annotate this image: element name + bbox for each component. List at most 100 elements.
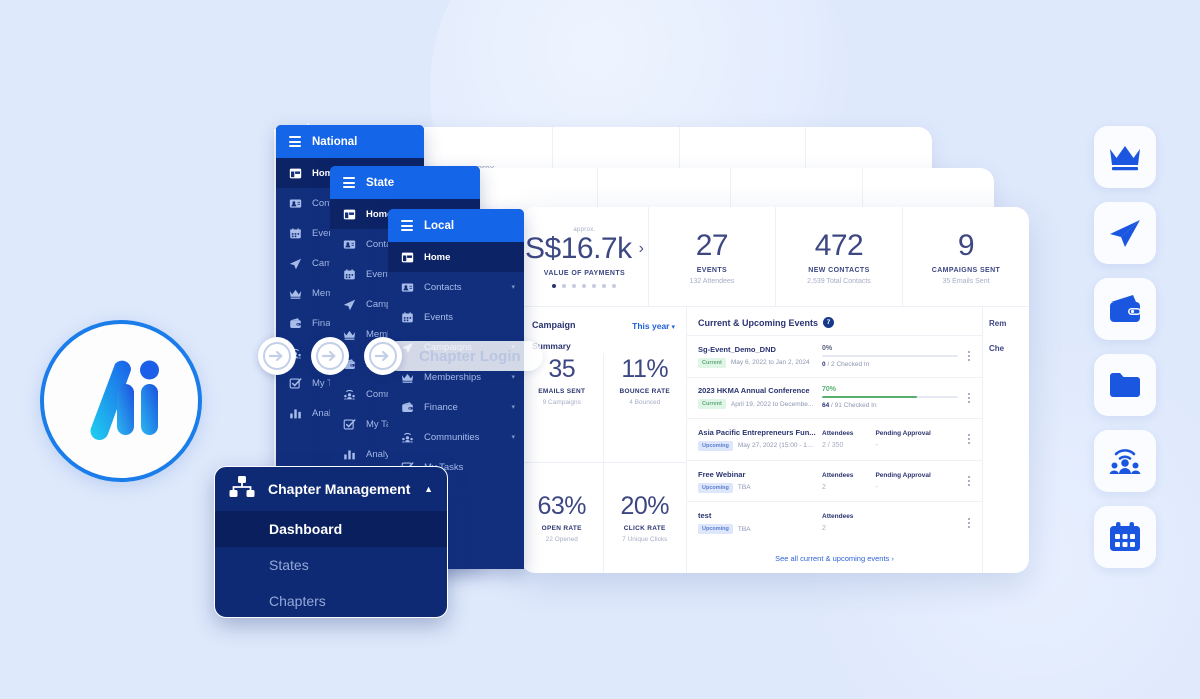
sidebar-item-events[interactable]: Events: [388, 302, 524, 332]
menu-item-label: Dashboard: [269, 521, 343, 537]
crown-icon: [289, 287, 302, 300]
carousel-dots[interactable]: [552, 284, 617, 289]
kpi-sub: 2,539 Total Contacts: [807, 278, 871, 286]
event-checked-total: / 91 Checked In: [831, 402, 877, 410]
chapter-management-header[interactable]: Chapter Management ▲: [215, 467, 447, 511]
carousel-dot[interactable]: [582, 284, 587, 289]
kpi-events[interactable]: 27 EVENTS 132 Attendees: [649, 207, 776, 306]
rail-button-finance[interactable]: [1094, 278, 1156, 340]
kpi-sub: 132 Attendees: [689, 278, 735, 286]
event-date: TBA: [737, 525, 751, 533]
campaign-metric-click-rate[interactable]: 20% CLICK RATE 7 Unique Clicks: [604, 463, 687, 573]
event-status-badge: Current: [698, 399, 726, 410]
hamburger-menu-icon[interactable]: [401, 220, 413, 231]
event-row[interactable]: 2023 HKMA Annual Conference Current Apri…: [687, 376, 982, 419]
rail-button-documents[interactable]: [1094, 354, 1156, 416]
event-columns: Attendees 2: [822, 513, 958, 532]
login-arrow-icon: [263, 342, 291, 370]
sidebar-local-header[interactable]: Local: [388, 209, 524, 242]
event-name: 2023 HKMA Annual Conference: [698, 386, 810, 396]
chapter-login-button-state[interactable]: [311, 337, 349, 375]
event-name: Asia Pacific Entrepreneurs Fun...: [698, 427, 816, 437]
kpi-campaigns-sent[interactable]: 9 CAMPAIGNS SENT 35 Emails Sent: [903, 207, 1029, 306]
contacts-icon: [401, 281, 414, 294]
kpi-label: NEW CONTACTS: [808, 267, 870, 275]
carousel-dot[interactable]: [612, 284, 617, 289]
event-checked-count: 0: [822, 360, 826, 368]
hamburger-menu-icon[interactable]: [343, 177, 355, 188]
carousel-dot[interactable]: [552, 284, 557, 289]
kpi-new-contacts[interactable]: 472 NEW CONTACTS 2,539 Total Contacts: [776, 207, 903, 306]
event-row[interactable]: Sg-Event_Demo_DND Current May 6, 2022 to…: [687, 335, 982, 377]
event-row[interactable]: test Upcoming TBA Attendees 2: [687, 501, 982, 543]
metric-value: 20%: [620, 491, 670, 520]
metric-label: BOUNCE RATE: [619, 388, 670, 395]
event-col-value: 2: [822, 525, 826, 533]
sidebar-item-label: Events: [424, 311, 454, 323]
carousel-dot[interactable]: [572, 284, 577, 289]
chapter-login-button-local[interactable]: [364, 337, 402, 375]
menu-item-label: States: [269, 557, 309, 573]
carousel-dot[interactable]: [592, 284, 597, 289]
campaign-metric-open-rate[interactable]: 63% OPEN RATE 22 Opened: [521, 463, 604, 573]
event-row[interactable]: Free Webinar Upcoming TBA Attendees 2 Pe…: [687, 459, 982, 502]
rail-button-communities[interactable]: [1094, 430, 1156, 492]
chevron-up-icon[interactable]: ▲: [424, 484, 433, 494]
progress-bar: [822, 354, 958, 357]
event-checkin: 64 / 91 Checked In: [822, 402, 958, 409]
login-arrow-icon: [316, 342, 344, 370]
campaign-summary-label: Summary: [532, 341, 571, 351]
sidebar-item-contacts[interactable]: Contacts ▾: [388, 272, 524, 302]
home-icon: [289, 167, 302, 180]
event-more-menu-icon[interactable]: [964, 434, 974, 445]
event-columns: Attendees 2 Pending Approval -: [822, 472, 958, 491]
kpi-value-of-payments[interactable]: approx. S$16.7k › VALUE OF PAYMENTS: [521, 207, 649, 306]
sidebar-item-finance[interactable]: Finance ▾: [388, 392, 524, 422]
campaign-period-filter[interactable]: This year ▾: [632, 316, 675, 334]
hamburger-menu-icon[interactable]: [289, 136, 301, 147]
event-more-menu-icon[interactable]: [964, 351, 974, 362]
campaign-panel: Campaign This year ▾ Summary 35 EMAILS SE…: [521, 307, 687, 573]
kpi-value: 9: [957, 228, 975, 262]
analytics-icon: [343, 448, 356, 461]
event-more-menu-icon[interactable]: [964, 392, 974, 403]
chapter-management-item-states[interactable]: States: [215, 547, 447, 583]
calendar-icon: [401, 311, 414, 324]
event-checked-total: / 2 Checked In: [827, 360, 870, 368]
carousel-dot[interactable]: [562, 284, 567, 289]
rail-button-memberships[interactable]: [1094, 126, 1156, 188]
sidebar-item-home[interactable]: Home: [388, 242, 524, 272]
event-more-menu-icon[interactable]: [964, 476, 974, 487]
event-checked-count: 64: [822, 402, 830, 410]
events-list: Sg-Event_Demo_DND Current May 6, 2022 to…: [687, 335, 982, 543]
rail-button-events[interactable]: [1094, 506, 1156, 568]
chapter-management-item-chapters[interactable]: Chapters: [215, 583, 447, 617]
event-more-menu-icon[interactable]: [964, 517, 974, 528]
see-all-events-link[interactable]: See all current & upcoming events ›: [775, 554, 894, 563]
reminders-title-partial: Rem: [989, 319, 1007, 328]
event-col-head: Attendees: [822, 429, 854, 437]
home-icon: [343, 208, 356, 221]
sidebar-item-communities[interactable]: Communities ▾: [388, 422, 524, 452]
sidebar-national-header[interactable]: National: [276, 125, 424, 158]
sidebar-item-label: Home: [424, 251, 451, 263]
chapter-login-pill[interactable]: Chapter Login: [383, 341, 543, 371]
event-col-head: Pending Approval: [875, 471, 931, 479]
chapter-login-button-national[interactable]: [258, 337, 296, 375]
metric-sub: 4 Bounced: [629, 399, 661, 406]
contacts-icon: [343, 238, 356, 251]
chevron-down-icon: ▾: [511, 434, 515, 441]
metric-sub: 9 Campaigns: [542, 399, 581, 406]
chapter-login-label: Chapter Login: [419, 347, 521, 365]
reminders-panel-partial: Rem Che: [983, 307, 1029, 573]
carousel-dot[interactable]: [602, 284, 607, 289]
rail-button-campaigns[interactable]: [1094, 202, 1156, 264]
kpi-value: 472: [814, 228, 864, 262]
campaign-metric-bounce-rate[interactable]: 11% BOUNCE RATE 4 Bounced: [603, 353, 686, 463]
sidebar-state-header[interactable]: State: [330, 166, 480, 199]
event-row[interactable]: Asia Pacific Entrepreneurs Fun... Upcomi…: [687, 418, 982, 460]
event-status-badge: Upcoming: [698, 482, 733, 493]
event-percent: 0%: [822, 344, 833, 352]
chevron-right-icon[interactable]: ›: [639, 240, 644, 258]
chapter-management-item-dashboard[interactable]: Dashboard: [215, 511, 447, 547]
